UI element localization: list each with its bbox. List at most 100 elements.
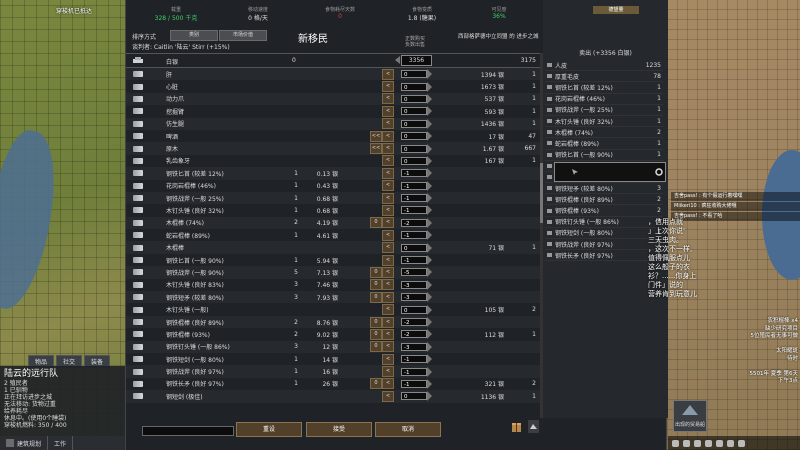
search-input[interactable]: [142, 426, 234, 436]
world-icon[interactable]: [716, 439, 723, 447]
amount-input[interactable]: 0: [401, 107, 427, 116]
transfer-one-button[interactable]: <: [382, 68, 394, 80]
sell-list-item[interactable]: 钢铁钉头锤 (一般 86%) 3: [545, 217, 663, 228]
sell-list-item[interactable]: 钢铁战斧 (一般 25%) 1: [545, 105, 663, 116]
speed-icon[interactable]: [683, 439, 690, 447]
transfer-one-button[interactable]: <: [382, 390, 394, 402]
zone-icon[interactable]: [694, 439, 701, 447]
trade-ship-button[interactable]: 出现的贸易船: [673, 400, 707, 432]
gift-icon[interactable]: [511, 420, 522, 433]
trade-row[interactable]: 仿生腿 <0 1436 银 1: [126, 118, 540, 130]
alert-label[interactable]: 待时: [720, 356, 798, 364]
transfer-one-button[interactable]: <: [382, 328, 394, 340]
alert-label[interactable]: 缺少研究项目: [720, 326, 798, 334]
trade-row[interactable]: 钢铁长矛 (良好 97%) 1 26 银 0 < -1 321 银 2: [126, 378, 540, 390]
transfer-one-button[interactable]: <: [382, 143, 394, 155]
sell-list-item[interactable]: 钢铁匕首 (较差 12%) 1: [545, 82, 663, 94]
trade-row[interactable]: 啤酒 << <0 17 银 47: [126, 130, 540, 142]
amount-input[interactable]: -3: [401, 342, 427, 351]
architect-button[interactable]: 建筑规划: [0, 436, 49, 450]
alert-label[interactable]: [720, 341, 798, 349]
trade-row[interactable]: 钢铁棍棒 (93%) 2 9.02 银 0 < -2 112 银 1: [126, 328, 540, 340]
sell-list-item[interactable]: 钢铁棍棒 (93%) 2: [545, 205, 663, 217]
transfer-one-button[interactable]: <: [382, 130, 394, 142]
amount-input[interactable]: -5: [401, 268, 427, 277]
transfer-one-button[interactable]: <: [382, 93, 394, 105]
transfer-all-button[interactable]: 0: [370, 291, 382, 303]
trade-row[interactable]: 钢铁短矛 (较差 80%) 3 7.93 银 0 < -3: [126, 291, 540, 303]
amount-input[interactable]: 0: [401, 132, 427, 141]
sell-list-item[interactable]: 钢铁战斧 (良好 97%) 1: [545, 239, 663, 251]
trade-row[interactable]: 挖掘臂 <0 593 银 1: [126, 105, 540, 117]
trade-row[interactable]: 钢铁战斧 (一般 25%) 1 0.68 银 < -1: [126, 192, 540, 204]
sell-list-item[interactable]: 钢铁短剑 (一般 80%) 1: [545, 228, 663, 239]
reset-button[interactable]: 重设: [236, 422, 302, 437]
transfer-one-button[interactable]: <: [382, 81, 394, 93]
play-icon[interactable]: [727, 439, 734, 447]
sell-list-item[interactable]: 钢铁匕首 (一般 90%) 1: [545, 150, 663, 161]
amount-input[interactable]: 0: [401, 119, 427, 128]
pause-icon[interactable]: [672, 439, 679, 447]
transfer-one-button[interactable]: <: [382, 155, 394, 167]
transfer-one-button[interactable]: <: [382, 180, 394, 192]
trade-row[interactable]: 心脏 <0 1673 银 1: [126, 80, 540, 93]
gear-icon[interactable]: [655, 168, 663, 176]
transfer-one-button[interactable]: <: [382, 304, 394, 316]
amount-input[interactable]: 0: [401, 82, 427, 91]
trade-row[interactable]: 蛇岩棍棒 (89%) 1 4.61 银 < -1: [126, 229, 540, 241]
trade-row[interactable]: 原木 << <0 1.67 银 667: [126, 142, 540, 155]
sort-category-button[interactable]: 类别: [170, 30, 218, 41]
transfer-all-button[interactable]: 0: [370, 328, 382, 340]
transfer-one-button[interactable]: <: [382, 266, 394, 278]
amount-input[interactable]: -1: [401, 355, 427, 364]
amount-input[interactable]: -3: [401, 293, 427, 302]
sell-list-item[interactable]: 钢铁棍棒 (良好 89%) 2: [545, 194, 663, 206]
amount-input[interactable]: -1: [401, 169, 427, 178]
alert-label[interactable]: 5501年 夏季 第6天: [720, 371, 799, 379]
transfer-one-button[interactable]: <: [382, 217, 394, 229]
amount-input[interactable]: -1: [401, 194, 427, 203]
trade-row[interactable]: 钢短剑 (极佳) <0 1136 银 1: [126, 390, 540, 402]
transfer-all-button[interactable]: <<: [370, 143, 382, 155]
amount-input[interactable]: -1: [401, 206, 427, 215]
amount-input[interactable]: -3: [401, 280, 427, 289]
trade-row[interactable]: 钢铁短剑 (一般 80%) 1 14 银 < -1: [126, 353, 540, 365]
alert-label[interactable]: 5位殖民者无事可做: [720, 333, 799, 341]
transfer-all-button[interactable]: 0: [370, 378, 382, 390]
trade-row[interactable]: 木棍棒 (74%) 2 4.19 银 0 < -2: [126, 217, 540, 229]
trade-row[interactable]: 木钉头锤 (良好 32%) 1 0.68 银 < -1: [126, 204, 540, 216]
amount-input[interactable]: 0: [401, 156, 427, 165]
amount-input[interactable]: -2: [401, 318, 427, 326]
transfer-one-button[interactable]: <: [382, 341, 394, 353]
trade-row[interactable]: 钢铁战斧 (一般 90%) 5 7.13 银 0 < -5: [126, 266, 540, 278]
accept-button[interactable]: 接受: [306, 422, 372, 437]
transfer-all-button[interactable]: 0: [370, 341, 382, 353]
trade-row[interactable]: 木钉头锤 (一般) <0 105 银 2: [126, 303, 540, 316]
trade-row[interactable]: 动力爪 <0 537 银 1: [126, 93, 540, 105]
alert-label[interactable]: 太阳耀斑: [720, 348, 798, 356]
amount-input[interactable]: 0: [401, 305, 427, 314]
alert-label[interactable]: [720, 363, 798, 371]
trade-row[interactable]: 钢铁棍棒 (良好 89%) 2 8.76 银 0 < -2: [126, 316, 540, 328]
transfer-one-button[interactable]: <: [382, 254, 394, 266]
amount-input[interactable]: 0: [401, 94, 427, 103]
sell-list-item[interactable]: 木钉头锤 (良好 32%) 1: [545, 116, 663, 128]
transfer-all-button[interactable]: <<: [370, 130, 382, 142]
transfer-one-button[interactable]: <: [382, 105, 394, 117]
sell-list-item[interactable]: 蛇岩棍棒 (89%) 1: [545, 138, 663, 150]
amount-input[interactable]: -1: [401, 379, 427, 388]
sell-list-header[interactable]: 德望量: [593, 6, 639, 14]
transfer-one-button[interactable]: <: [382, 118, 394, 130]
transfer-one-button[interactable]: <: [382, 167, 394, 179]
trade-row[interactable]: 钢铁匕首 (一般 90%) 1 5.94 银 < -1: [126, 254, 540, 266]
fast-forward-icon[interactable]: [738, 439, 745, 447]
sell-list-item[interactable]: 钢铁长矛 (良好 97%) 1: [545, 250, 663, 262]
transfer-one-button[interactable]: <: [382, 192, 394, 204]
transfer-one-button[interactable]: <: [382, 242, 394, 254]
trade-row[interactable]: 钢铁匕首 (较差 12%) 1 0.13 银 < -1: [126, 167, 540, 179]
cancel-button[interactable]: 取消: [375, 422, 441, 437]
amount-input[interactable]: 0: [401, 243, 427, 252]
sell-list-item[interactable]: 厚重毛皮 78: [545, 71, 663, 83]
sell-list-item[interactable]: 人皮 1235: [545, 60, 663, 72]
amount-input[interactable]: -2: [401, 218, 427, 227]
